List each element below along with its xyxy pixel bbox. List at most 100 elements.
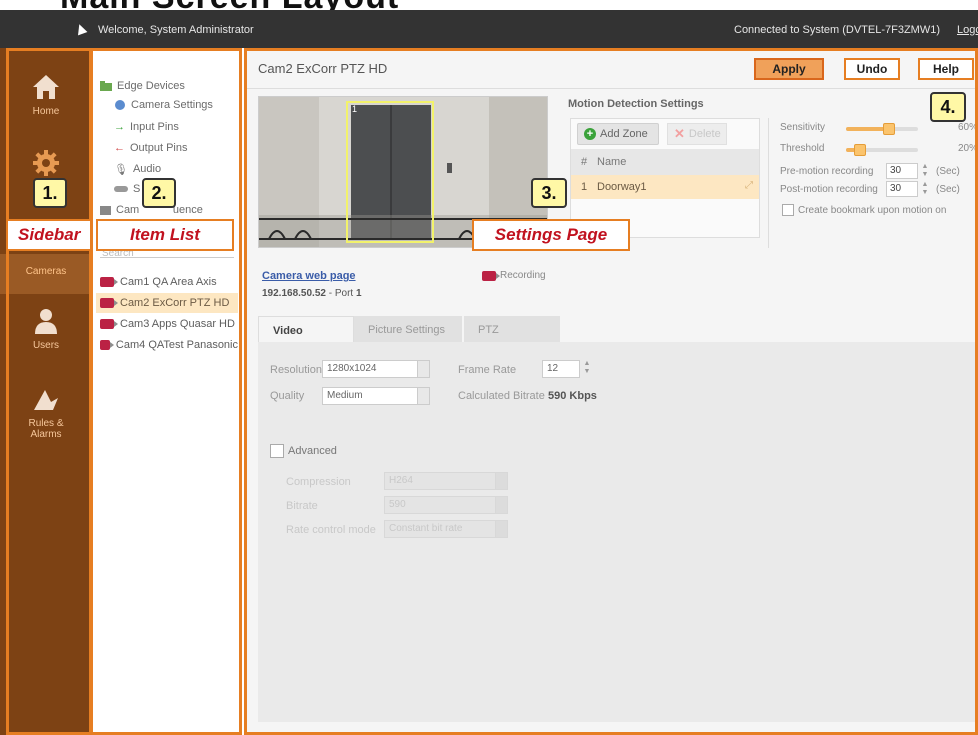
tree-item-camera-settings[interactable]: Camera Settings — [114, 97, 213, 113]
advanced-checkbox[interactable] — [270, 444, 284, 458]
sidebar-item-label: Cameras — [25, 266, 67, 277]
camera-list-item-cam3[interactable]: Cam3 Apps Quasar HD — [96, 314, 238, 334]
post-motion-label: Post-motion recording — [780, 184, 878, 195]
col-num-header: # — [580, 156, 588, 168]
camera-icon — [100, 277, 118, 287]
zones-table-header: # Name — [571, 149, 759, 175]
sidebar: Home Cameras Users Rules & Alarms — [0, 48, 92, 735]
camera-label: Cam2 ExCorr PTZ HD — [120, 297, 230, 309]
rate-control-select: Constant bit rate — [384, 520, 508, 538]
ip-address: 192.168.50.52 — [262, 288, 326, 299]
sidebar-item-users[interactable]: Users — [10, 306, 82, 351]
camera-web-page-link[interactable]: Camera web page — [262, 270, 356, 282]
slider-thumb[interactable] — [854, 144, 867, 156]
settings-page-callout: Settings Page — [472, 219, 630, 251]
sensitivity-slider[interactable] — [846, 123, 918, 135]
threshold-slider[interactable] — [846, 144, 918, 156]
camera-address: 192.168.50.52 - Port 1 — [262, 288, 362, 299]
bitrate-value: 590 — [389, 499, 406, 510]
tab-picture-settings[interactable]: Picture Settings — [354, 316, 464, 344]
tree-item-input-pins[interactable]: → Input Pins — [114, 119, 179, 135]
tab-video-settings[interactable]: Video Settings — [258, 316, 354, 365]
port-label: Port — [334, 288, 354, 299]
sidebar-item-home[interactable]: Home — [10, 72, 82, 117]
camera-settings-icon — [115, 100, 125, 110]
resolution-select[interactable]: 1280x1024 — [322, 360, 430, 378]
frame-rate-spinner[interactable]: ▲ ▼ — [582, 360, 592, 376]
camera-list-item-cam1[interactable]: Cam1 QA Area Axis — [96, 272, 238, 292]
post-motion-unit: (Sec) — [936, 184, 960, 195]
recording-label: Recording — [500, 270, 546, 281]
sidebar-item-settings[interactable] — [10, 148, 82, 182]
tab-ptz[interactable]: PTZ — [464, 316, 562, 344]
resolution-value: 1280x1024 — [327, 363, 377, 374]
camera-list-item-cam4[interactable]: Cam4 QATest Panasonic — [96, 335, 238, 355]
tree-label: Audio — [132, 163, 162, 175]
close-icon: ✕ — [674, 126, 685, 141]
camera-list-item-cam2[interactable]: Cam2 ExCorr PTZ HD — [96, 293, 238, 313]
post-motion-spinner[interactable]: ▲ ▼ — [920, 181, 930, 197]
annotation-4: 4. — [930, 92, 966, 122]
logout-link[interactable]: Logout — [957, 24, 978, 36]
undo-button[interactable]: Undo — [844, 58, 900, 80]
bookmark-checkbox[interactable] — [782, 204, 794, 216]
settings-page: Cam2 ExCorr PTZ HD Apply Undo Help 1 Mot… — [246, 48, 978, 735]
pre-motion-input[interactable]: 30 — [886, 163, 918, 179]
welcome-text: Welcome, System Administrator — [98, 24, 254, 36]
item-list: Edge Devices Camera Settings → Input Pin… — [92, 48, 242, 735]
tree-item-audio[interactable]: 🎙 Audio — [114, 161, 161, 177]
item-list-callout: Item List — [96, 219, 234, 251]
frame-rate-label: Frame Rate — [458, 364, 517, 376]
calculated-bitrate-value: 590 Kbps — [548, 390, 597, 402]
motion-settings-separator — [768, 118, 769, 248]
settings-tabs: Video Settings Picture Settings PTZ — [258, 316, 562, 365]
frame-rate-value: 12 — [547, 363, 559, 374]
tree-item-output-pins[interactable]: ← Output Pins — [114, 140, 187, 156]
quality-value: Medium — [327, 390, 363, 401]
slider-thumb[interactable] — [883, 123, 896, 135]
chevron-down-icon — [495, 497, 507, 513]
page-title: Cam2 ExCorr PTZ HD — [258, 61, 388, 76]
annotation-2: 2. — [142, 178, 176, 208]
rate-control-label: Rate control mode — [286, 524, 376, 536]
home-icon — [33, 75, 59, 99]
tree-label: Input Pins — [130, 121, 179, 133]
chevron-down-icon — [495, 473, 507, 489]
post-motion-input[interactable]: 30 — [886, 181, 918, 197]
rate-control-value: Constant bit rate — [389, 523, 463, 534]
sidebar-item-label: Users — [32, 340, 60, 351]
zone-row[interactable]: 1 Doorway1 ⤢ — [571, 175, 759, 199]
tree-item-edge-devices[interactable]: Edge Devices — [100, 78, 185, 94]
sidebar-item-cameras[interactable]: Cameras — [0, 254, 92, 294]
zone-marker: 1 — [352, 104, 358, 114]
camera-label: Cam3 Apps Quasar HD — [120, 318, 235, 330]
threshold-value: 20% — [958, 143, 978, 154]
sidebar-item-label: Rules & Alarms — [28, 418, 64, 440]
port-value: 1 — [355, 288, 362, 299]
sidebar-item-rules-alarms[interactable]: Rules & Alarms — [10, 384, 82, 440]
zone-num: 1 — [580, 181, 588, 193]
annotation-3: 3. — [531, 178, 567, 208]
folder-icon — [100, 81, 112, 91]
help-button[interactable]: Help — [918, 58, 974, 80]
delete-zone-button[interactable]: ✕ Delete — [667, 123, 727, 145]
frame-rate-input[interactable]: 12 — [542, 360, 580, 378]
camera-icon — [100, 319, 118, 329]
sidebar-item-label: Home — [32, 106, 60, 117]
pre-motion-label: Pre-motion recording — [780, 166, 874, 177]
pre-motion-spinner[interactable]: ▲ ▼ — [920, 163, 930, 179]
annotation-1: 1. — [33, 178, 67, 208]
quality-select[interactable]: Medium — [322, 387, 430, 405]
chevron-down-icon — [495, 521, 507, 537]
apply-button[interactable]: Apply — [754, 58, 824, 80]
recording-icon — [482, 270, 500, 281]
camera-icon — [100, 298, 118, 308]
sensitivity-value: 60% — [958, 122, 978, 133]
camera-label: Cam4 QATest Panasonic — [115, 339, 238, 351]
tree-label: Camera Settings — [131, 99, 213, 111]
user-icon — [35, 309, 57, 334]
add-zone-button[interactable]: + Add Zone — [577, 123, 659, 145]
camera-label: Cam1 QA Area Axis — [120, 276, 217, 288]
arrow-left-icon: ← — [114, 142, 125, 154]
video-settings-panel: Resolution 1280x1024 Frame Rate 12 ▲ ▼ Qu… — [258, 342, 978, 722]
